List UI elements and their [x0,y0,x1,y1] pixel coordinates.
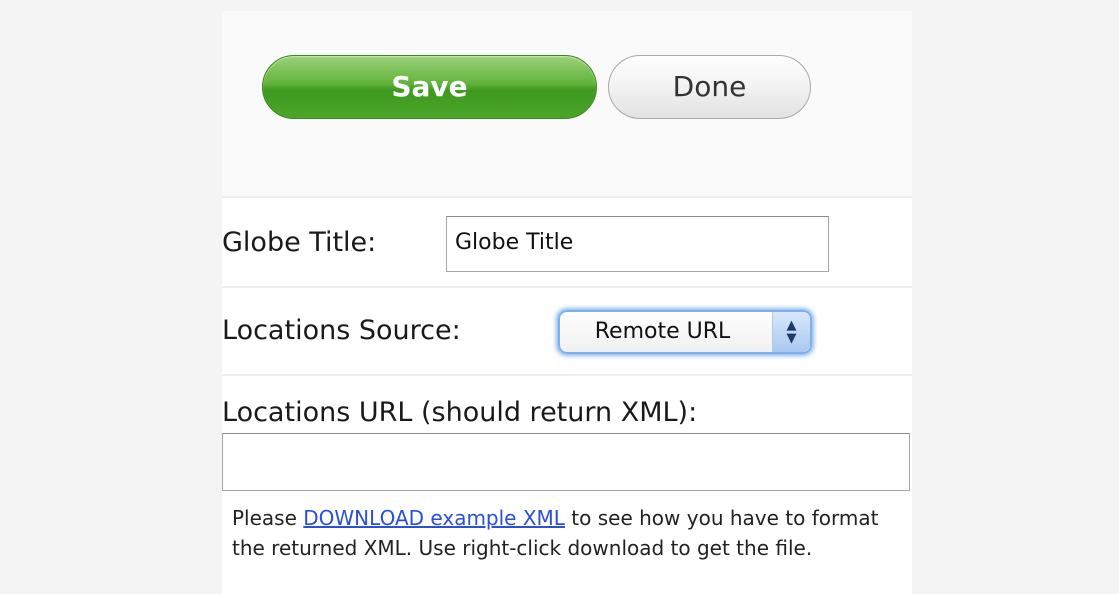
locations-url-input[interactable] [222,433,910,491]
select-updown-arrows-icon: ▲ ▼ [772,312,810,352]
globe-title-label: Globe Title: [222,227,377,258]
locations-url-label: Locations URL (should return XML): [222,397,698,428]
locations-source-select[interactable]: Remote URL ▲ ▼ [558,310,812,354]
locations-source-selected: Remote URL [594,319,731,344]
save-button[interactable]: Save [262,55,597,119]
globe-title-input[interactable]: Globe Title [446,216,829,272]
done-button[interactable]: Done [608,55,811,119]
help-text: Please DOWNLOAD example XML to see how y… [232,503,912,563]
download-example-xml-link[interactable]: DOWNLOAD example XML [303,506,565,530]
toolbar-divider [222,196,912,198]
locations-source-label: Locations Source: [222,315,461,346]
row-divider [222,374,912,376]
row-divider [222,286,912,288]
action-toolbar: Save Done [222,11,912,196]
globe-settings-panel: Save Done Globe Title: Globe Title Locat… [222,11,912,594]
help-prefix: Please [232,506,304,530]
